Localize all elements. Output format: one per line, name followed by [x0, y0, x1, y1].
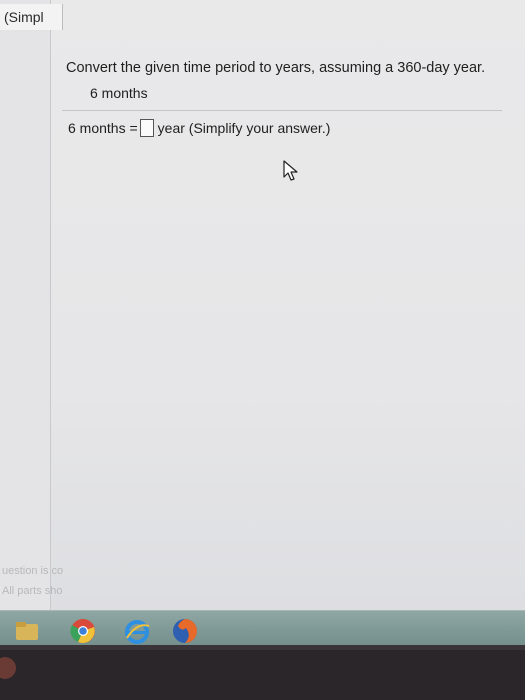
mouse-cursor-icon	[283, 160, 298, 181]
screen: (Simpl uestion is co All parts sho Conve…	[0, 0, 525, 645]
answer-row: 6 months = year (Simplify your answer.)	[68, 119, 330, 137]
answer-input[interactable]	[139, 119, 154, 137]
answer-suffix: year (Simplify your answer.)	[157, 120, 331, 136]
taskbar	[0, 610, 525, 645]
left-panel: (Simpl uestion is co All parts sho	[0, 0, 63, 610]
question-prompt: Convert the given time period to years, …	[66, 60, 486, 76]
question-panel: Convert the given time period to years, …	[52, 22, 525, 612]
chrome-icon[interactable]	[70, 618, 96, 644]
file-explorer-icon[interactable]	[14, 618, 40, 644]
divider	[62, 110, 502, 111]
firefox-icon[interactable]	[172, 618, 198, 644]
internet-explorer-icon[interactable]	[124, 618, 150, 644]
monitor-bezel	[0, 650, 525, 700]
given-value: 6 months	[90, 85, 148, 101]
answer-prefix: 6 months =	[68, 120, 138, 136]
